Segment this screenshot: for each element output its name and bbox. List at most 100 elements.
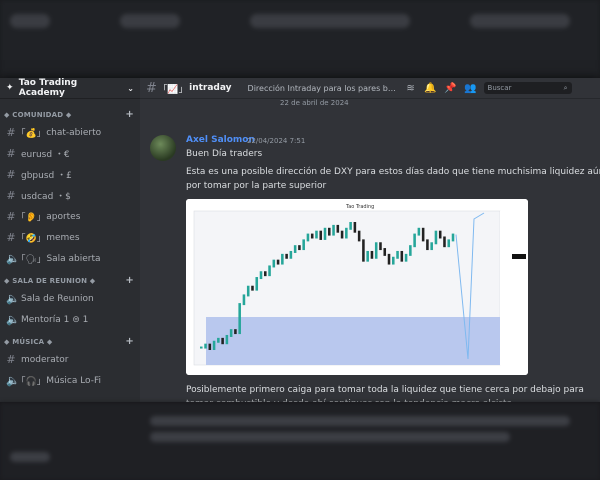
candle <box>366 250 369 262</box>
voice-channel-musica-lofi[interactable]: 🔈 ｢🎧｣ Música Lo-Fi <box>0 370 140 391</box>
candle <box>387 253 391 265</box>
channel-eurusd[interactable]: # eurusd ・€ <box>0 143 140 164</box>
add-channel-icon[interactable]: + <box>125 275 134 286</box>
server-name: Tao Trading Academy <box>18 78 78 98</box>
hash-icon: # <box>6 126 16 139</box>
candle <box>225 334 229 345</box>
candle <box>208 343 212 350</box>
candle <box>242 294 246 306</box>
candle <box>323 227 327 240</box>
bell-icon[interactable]: 🔔 <box>424 83 438 94</box>
message-text: Buen Día traders <box>186 149 263 159</box>
candle <box>302 239 305 251</box>
channel-gbpusd[interactable]: # gbpusd ・£ <box>0 164 140 185</box>
candle <box>400 250 404 262</box>
candle <box>336 224 340 233</box>
price-axis <box>500 211 520 365</box>
add-channel-icon[interactable]: + <box>125 336 134 347</box>
chevron-down-icon[interactable]: ⌄ <box>127 84 134 93</box>
headphones-icon: ｢🎧｣ <box>21 377 42 387</box>
candle <box>426 239 429 251</box>
speaker-icon: 🔈 <box>6 374 20 387</box>
channel-usdcad[interactable]: # usdcad ・$ <box>0 185 140 206</box>
speaker-icon: 🔈 <box>6 313 20 326</box>
search-input[interactable]: Buscar ⌕ <box>483 82 572 94</box>
candle <box>421 227 425 242</box>
price-tag <box>512 254 526 259</box>
liquidity-zone <box>206 317 500 365</box>
candle <box>315 230 318 239</box>
candle <box>413 233 416 248</box>
candle <box>255 277 259 291</box>
candle <box>328 227 331 236</box>
candle <box>221 337 224 345</box>
candle <box>383 248 387 256</box>
ear-emoji-icon: ｢👂｣ <box>21 213 42 223</box>
candle <box>345 227 348 239</box>
message-timestamp: 22/04/2024 7:51 <box>247 137 306 145</box>
channel-list: ◆ COMUNIDAD ◆ + # ｢💰｣ chat-abierto # eurusd… <box>0 99 140 391</box>
hash-icon: # <box>146 80 157 96</box>
candle <box>259 271 263 280</box>
chat-area: # ｢📈｣ intraday Dirección Intraday para l… <box>140 78 600 402</box>
candle <box>340 230 344 239</box>
candle <box>251 285 254 291</box>
channel-moderator[interactable]: # moderator <box>0 349 140 370</box>
candle <box>353 222 357 233</box>
voice-channel-mentoria[interactable]: 🔈 Mentoría 1 ⊜ 1 <box>0 309 140 330</box>
channel-name: intraday <box>189 83 232 93</box>
candle <box>293 245 297 253</box>
candle <box>404 253 408 262</box>
category-sala-de-reunion[interactable]: ◆ SALA DE REUNION ◆ + <box>0 269 140 288</box>
candle <box>374 242 378 259</box>
candle <box>281 253 284 265</box>
candle <box>357 230 361 242</box>
candle <box>276 259 280 265</box>
discord-window: ✦ Tao Trading Academy ⌄ ◆ COMUNIDAD ◆ + … <box>0 78 600 402</box>
candle <box>417 227 421 236</box>
chart-emoji-icon: ｢📈｣ <box>162 84 184 95</box>
category-musica[interactable]: ◆ MÚSICA ◆ + <box>0 330 140 349</box>
message-list: 22 de abril de 2024 Axel Salomon 22/04/2… <box>140 99 600 402</box>
channel-header: # ｢📈｣ intraday Dirección Intraday para l… <box>140 78 600 99</box>
channel-chat-abierto[interactable]: # ｢💰｣ chat-abierto <box>0 122 140 143</box>
candle <box>319 230 323 240</box>
message-text: Posiblemente primero caiga para tomar to… <box>186 385 584 402</box>
channel-memes[interactable]: # ｢🤣｣ memes <box>0 227 140 248</box>
candle <box>370 250 374 259</box>
hash-icon: # <box>6 147 16 160</box>
pin-icon[interactable]: 📌 <box>444 83 458 94</box>
category-comunidad[interactable]: ◆ COMUNIDAD ◆ + <box>0 103 140 122</box>
category-label: ◆ SALA DE REUNION ◆ <box>4 276 96 285</box>
message-text: Esta es una posible dirección de DXY par… <box>186 167 600 191</box>
candle <box>217 337 220 343</box>
candle <box>332 224 335 236</box>
laughing-emoji-icon: ｢🤣｣ <box>21 234 42 244</box>
message-author[interactable]: Axel Salomon <box>186 135 255 145</box>
hash-icon: # <box>6 189 16 202</box>
date-divider: 22 de abril de 2024 <box>280 99 349 107</box>
background-blurred-content <box>0 402 600 480</box>
add-channel-icon[interactable]: + <box>125 109 134 120</box>
candle <box>298 245 301 251</box>
avatar[interactable] <box>150 135 176 161</box>
voice-channel-sala-de-reunion[interactable]: 🔈 Sala de Reunion <box>0 288 140 309</box>
threads-icon[interactable]: ≋ <box>404 83 418 94</box>
candle <box>349 222 352 230</box>
candle <box>264 271 267 277</box>
candle <box>443 236 446 248</box>
voice-channel-sala-abierta[interactable]: 🔈 ｢🗣｣ Sala abierta <box>0 248 140 269</box>
hash-icon: # <box>6 168 16 181</box>
candle <box>451 233 455 242</box>
candle <box>430 242 433 251</box>
channel-aportes[interactable]: # ｢👂｣ aportes <box>0 206 140 227</box>
speaking-head-emoji-icon: ｢🗣｣ <box>21 255 42 265</box>
members-icon[interactable]: 👥 <box>464 83 478 94</box>
candle <box>200 346 203 349</box>
candle <box>289 250 293 259</box>
server-header[interactable]: ✦ Tao Trading Academy ⌄ <box>0 78 140 99</box>
chart-image-attachment[interactable]: Tao Trading <box>186 199 528 375</box>
candle <box>229 329 233 337</box>
candle <box>204 343 207 349</box>
channel-topic[interactable]: Dirección Intraday para los pares bi... <box>248 84 398 93</box>
